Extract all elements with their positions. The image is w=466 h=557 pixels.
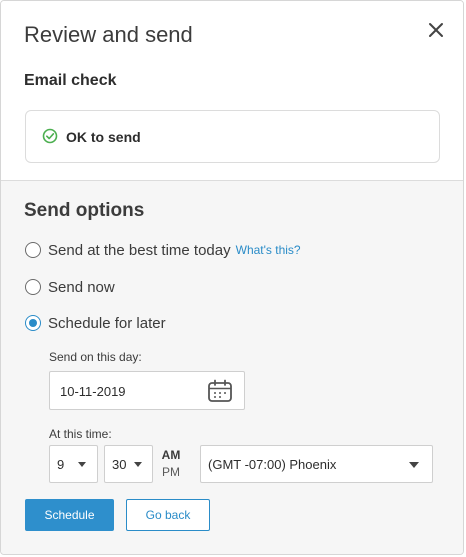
send-date-input[interactable]: 10-11-2019	[49, 371, 245, 410]
radio-send-now[interactable]	[25, 279, 41, 295]
chevron-down-icon	[78, 462, 86, 467]
am-option[interactable]: AM	[159, 447, 183, 464]
option-schedule-later-label: Schedule for later	[48, 314, 166, 332]
calendar-icon[interactable]	[207, 379, 233, 403]
check-circle-icon	[42, 128, 58, 144]
radio-best-time[interactable]	[25, 242, 41, 258]
timezone-select[interactable]: (GMT -07:00) Phoenix	[200, 445, 433, 483]
close-button[interactable]	[423, 17, 449, 43]
whats-this-link[interactable]: What's this?	[236, 243, 301, 257]
email-check-heading: Email check	[24, 72, 117, 89]
chevron-down-icon	[134, 462, 142, 467]
timezone-value: (GMT -07:00) Phoenix	[208, 457, 337, 472]
email-check-section: Review and send Email check OK to send	[1, 1, 463, 181]
chevron-down-icon	[409, 462, 419, 468]
pm-option[interactable]: PM	[159, 464, 183, 481]
option-schedule-later[interactable]: Schedule for later	[25, 313, 166, 333]
radio-schedule-later[interactable]	[25, 315, 41, 331]
option-best-time-label: Send at the best time today	[48, 241, 231, 259]
send-time-label: At this time:	[49, 427, 112, 441]
minute-select[interactable]: 30	[104, 445, 153, 483]
option-send-now-label: Send now	[48, 278, 115, 296]
email-check-status-box: OK to send	[25, 110, 440, 163]
minute-value: 30	[112, 457, 127, 472]
option-best-time[interactable]: Send at the best time today What's this?	[25, 240, 301, 260]
go-back-button[interactable]: Go back	[126, 499, 210, 531]
send-options-heading: Send options	[24, 200, 145, 221]
review-and-send-dialog: Review and send Email check OK to send S…	[0, 0, 464, 555]
schedule-button[interactable]: Schedule	[25, 499, 114, 531]
dialog-title: Review and send	[24, 22, 193, 47]
option-send-now[interactable]: Send now	[25, 277, 115, 297]
hour-select[interactable]: 9	[49, 445, 98, 483]
send-date-label: Send on this day:	[49, 350, 142, 364]
send-date-value: 10-11-2019	[60, 384, 126, 399]
am-pm-toggle[interactable]: AM PM	[159, 447, 183, 481]
send-options-section: Send options Send at the best time today…	[1, 181, 463, 554]
hour-value: 9	[57, 457, 65, 472]
close-icon	[429, 23, 443, 37]
email-check-status-text: OK to send	[66, 129, 141, 145]
